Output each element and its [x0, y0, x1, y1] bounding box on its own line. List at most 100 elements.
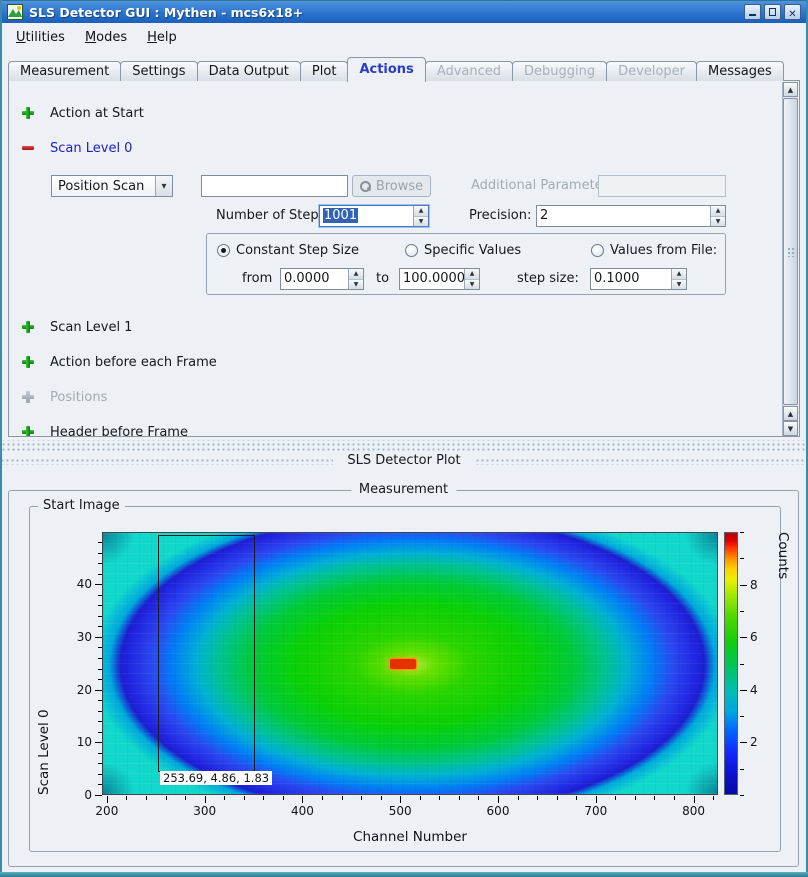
- spin-down-icon[interactable]: [465, 280, 479, 290]
- from-value: 0.0000: [281, 269, 348, 289]
- spin-buttons: [348, 269, 363, 289]
- spin-down-icon[interactable]: [711, 217, 725, 227]
- expand-plus-icon[interactable]: [22, 426, 34, 437]
- y-axis-tick-labels: 010203040: [56, 532, 92, 795]
- spin-down-icon[interactable]: [672, 280, 686, 290]
- spin-up-icon[interactable]: [672, 269, 686, 280]
- tree-action-at-start[interactable]: Action at Start: [22, 105, 144, 121]
- colorbar-tick: [740, 664, 744, 665]
- scrollbar-thumb[interactable]: [783, 98, 798, 405]
- x-tick: [518, 796, 519, 800]
- y-tick-label: 10: [77, 735, 92, 749]
- x-tick: [205, 796, 206, 803]
- tab-data-output[interactable]: Data Output: [197, 61, 301, 81]
- tab-measurement[interactable]: Measurement: [8, 61, 121, 81]
- tab-developer: Developer: [606, 61, 697, 81]
- menu-utilities[interactable]: Utilities: [6, 27, 75, 48]
- x-tick: [713, 796, 714, 800]
- tree-label-scan-level-1: Scan Level 1: [50, 320, 132, 335]
- vertical-scrollbar[interactable]: [782, 82, 798, 437]
- y-tick: [95, 637, 102, 638]
- colorbar-tick: [740, 532, 744, 533]
- precision-value: 2: [537, 206, 710, 226]
- scan-script-input[interactable]: [201, 175, 348, 197]
- precision-spinbox[interactable]: 2: [536, 205, 726, 227]
- radio-icon: [591, 244, 604, 257]
- maximize-button[interactable]: [764, 4, 781, 20]
- tree-action-before-each-frame[interactable]: Action before each Frame: [22, 354, 217, 370]
- titlebar[interactable]: SLS Detector GUI : Mythen - mcs6x18+: [2, 1, 806, 23]
- radio-values-from-file[interactable]: Values from File:: [591, 243, 717, 258]
- minimize-button[interactable]: [744, 4, 761, 20]
- tree-scan-level-0[interactable]: Scan Level 0: [22, 140, 132, 156]
- zoom-selection-rectangle[interactable]: [158, 535, 255, 772]
- radio-icon: [405, 244, 418, 257]
- scroll-down-button[interactable]: [783, 421, 798, 436]
- x-tick-label: 400: [291, 804, 314, 818]
- y-tick: [95, 795, 102, 796]
- plot-dock-titlebar[interactable]: SLS Detector Plot: [0, 452, 808, 469]
- colorbar-tick-label: 4: [750, 683, 758, 697]
- radio-specific-values[interactable]: Specific Values: [405, 243, 521, 258]
- spin-down-icon[interactable]: [414, 217, 428, 227]
- x-tick-label: 700: [584, 804, 607, 818]
- menu-help[interactable]: Help: [137, 27, 187, 48]
- heatmap-canvas[interactable]: 253.69, 4.86, 1.83: [102, 532, 718, 795]
- step-mode-groupbox: Constant Step Size Specific Values Value…: [206, 233, 726, 295]
- spin-buttons: [671, 269, 686, 289]
- colorbar-tick: [740, 558, 744, 559]
- x-axis-title: Channel Number: [102, 829, 718, 845]
- x-tick: [224, 796, 225, 800]
- menu-bar: UtilitiesModesHelp: [2, 24, 806, 50]
- expand-plus-icon-disabled: [22, 391, 34, 403]
- tab-plot[interactable]: Plot: [300, 61, 349, 81]
- precision-label: Precision:: [469, 205, 531, 227]
- number-of-steps-spinbox[interactable]: 1001: [319, 205, 429, 227]
- tab-messages[interactable]: Messages: [696, 61, 784, 81]
- x-tick: [478, 796, 479, 800]
- step-size-spinbox[interactable]: 0.1000: [590, 268, 687, 290]
- y-tick-label: 30: [77, 630, 92, 644]
- close-icon: [788, 2, 796, 22]
- y-tick-label: 20: [77, 683, 92, 697]
- spin-up-icon[interactable]: [349, 269, 363, 280]
- to-value: 100.0000: [400, 269, 464, 289]
- spin-down-icon[interactable]: [349, 280, 363, 290]
- x-tick: [283, 796, 284, 800]
- number-of-steps-value: 1001: [320, 206, 413, 226]
- dock-handle-dots: [0, 457, 333, 465]
- expand-plus-icon[interactable]: [22, 321, 34, 333]
- close-button[interactable]: [784, 4, 801, 20]
- scroll-up-button[interactable]: [783, 82, 798, 97]
- collapse-minus-icon[interactable]: [22, 142, 34, 154]
- y-tick: [95, 742, 102, 743]
- x-tick-label: 300: [193, 804, 216, 818]
- colorbar-tick: [740, 690, 747, 691]
- splitter-handle[interactable]: [0, 440, 808, 451]
- colorbar-tick: [740, 611, 744, 612]
- from-spinbox[interactable]: 0.0000: [280, 268, 364, 290]
- x-tick: [459, 796, 460, 800]
- measurement-groupbox: Measurement Start Image Scan Level 0 010…: [8, 490, 799, 867]
- window-border-bottom[interactable]: [0, 872, 808, 877]
- scroll-up-button-2[interactable]: [783, 406, 798, 421]
- scan-mode-select[interactable]: Position Scan: [51, 175, 173, 197]
- tree-scan-level-1[interactable]: Scan Level 1: [22, 319, 132, 335]
- radio-constant-step-size[interactable]: Constant Step Size: [217, 243, 359, 258]
- expand-plus-icon[interactable]: [22, 107, 34, 119]
- window-border-left[interactable]: [0, 0, 2, 877]
- spin-up-icon[interactable]: [465, 269, 479, 280]
- app-icon: [7, 4, 23, 20]
- menu-modes[interactable]: Modes: [75, 27, 137, 48]
- x-tick: [557, 796, 558, 800]
- app-window: SLS Detector GUI : Mythen - mcs6x18+ Uti…: [0, 0, 808, 877]
- tab-settings[interactable]: Settings: [120, 61, 197, 81]
- spin-up-icon[interactable]: [414, 206, 428, 217]
- dock-handle-dots: [475, 457, 808, 465]
- to-spinbox[interactable]: 100.0000: [399, 268, 480, 290]
- tab-actions[interactable]: Actions: [347, 57, 425, 82]
- expand-plus-icon[interactable]: [22, 356, 34, 368]
- spin-up-icon[interactable]: [711, 206, 725, 217]
- heatmap-peak-marker: [390, 659, 416, 669]
- tree-header-before-frame[interactable]: Header before Frame: [22, 424, 188, 437]
